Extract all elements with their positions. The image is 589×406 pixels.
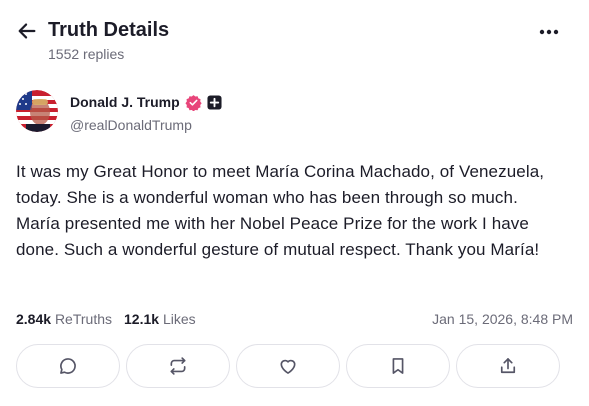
heart-icon: [280, 359, 296, 374]
bookmark-icon: [392, 358, 404, 374]
retruths-count: 2.84k: [16, 311, 52, 327]
retruths-stat[interactable]: 2.84k ReTruths: [16, 310, 112, 328]
page-title: Truth Details: [48, 19, 170, 41]
post-text: It was my Great Honor to meet María Cori…: [16, 162, 545, 259]
share-icon: [500, 358, 516, 374]
more-options-icon[interactable]: [536, 22, 562, 42]
author-handle[interactable]: @realDonaldTrump: [70, 116, 192, 134]
post-timestamp: Jan 15, 2026, 8:48 PM: [432, 311, 573, 327]
bookmark-button[interactable]: [346, 344, 450, 388]
plus-badge-icon: [207, 94, 222, 110]
post-stats: 2.84k ReTruths 12.1k Likes: [16, 310, 196, 328]
verified-badge-icon: [185, 94, 202, 111]
reply-button[interactable]: [16, 344, 120, 388]
reply-icon: [60, 358, 76, 374]
avatar[interactable]: [16, 90, 58, 132]
retruth-button[interactable]: [126, 344, 230, 388]
truth-details-page: Truth Details 1552 replies Donald J. Tru…: [0, 0, 589, 406]
author-name[interactable]: Donald J. Trump: [70, 93, 180, 111]
reply-count: 1552 replies: [48, 46, 125, 62]
share-button[interactable]: [456, 344, 560, 388]
likes-stat[interactable]: 12.1k Likes: [124, 310, 196, 328]
retruth-icon: [170, 357, 186, 375]
likes-label: Likes: [162, 311, 196, 327]
back-arrow-icon[interactable]: [16, 20, 38, 42]
retruths-label: ReTruths: [54, 311, 112, 327]
likes-count: 12.1k: [124, 311, 160, 327]
action-bar: [16, 344, 560, 388]
like-button[interactable]: [236, 344, 340, 388]
author-name-row[interactable]: Donald J. Trump: [70, 93, 222, 111]
